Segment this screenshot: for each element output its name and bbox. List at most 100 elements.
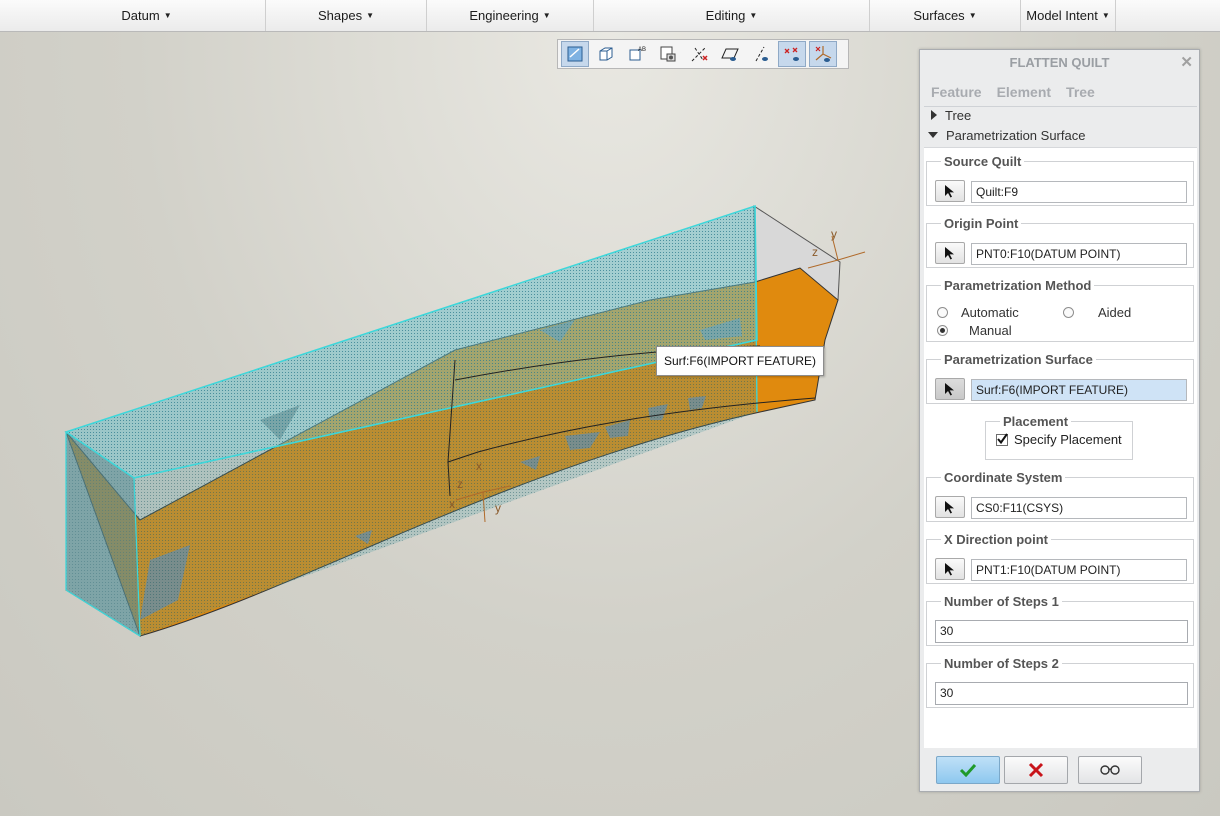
tab-tree[interactable]: Tree: [1066, 84, 1095, 100]
parametrization-method-label: Parametrization Method: [944, 278, 1092, 293]
caret-down-icon: ▼: [366, 11, 374, 20]
radio-automatic[interactable]: Automatic: [937, 305, 1019, 320]
steps2-group: Number of Steps 2 30: [926, 656, 1194, 708]
radio-label: Aided: [1098, 305, 1132, 320]
placement-label: Placement: [1003, 414, 1069, 429]
caret-down-icon: ▼: [749, 11, 758, 20]
coordinate-system-select-button[interactable]: [935, 496, 965, 518]
steps1-label: Number of Steps 1: [944, 594, 1059, 609]
checkbox-label: Specify Placement: [1014, 432, 1122, 447]
x-direction-point-field[interactable]: PNT1:F10(DATUM POINT): [971, 559, 1187, 581]
ribbon-group-label: Surfaces: [913, 8, 965, 23]
cancel-button[interactable]: [1004, 756, 1068, 784]
point-display-icon: [784, 47, 799, 61]
dialog-tab-bar: Feature Element Tree: [924, 77, 1197, 107]
ribbon-group-label: Shapes: [317, 8, 363, 23]
tree-row-tree[interactable]: Tree: [928, 106, 971, 124]
ribbon-group-bar: Datum ▼ Shapes ▼ Engineering ▼ Editing ▼…: [0, 0, 1220, 32]
axis-display-button[interactable]: [685, 41, 713, 67]
radio-manual[interactable]: Manual: [937, 323, 1012, 338]
selection-tooltip: Surf:F6(IMPORT FEATURE): [656, 346, 825, 376]
datum-display-filter-button[interactable]: [561, 41, 589, 67]
ribbon-group-engineering[interactable]: Engineering ▼: [427, 0, 594, 31]
annotation-display-icon: AB: [629, 47, 646, 61]
saved-orientations-button[interactable]: [592, 41, 620, 67]
parametrization-method-group: Parametrization Method Automatic Aided M…: [926, 278, 1194, 342]
radio-label: Manual: [969, 323, 1012, 338]
cancel-x-icon: [1028, 762, 1044, 778]
svg-text:x: x: [476, 459, 482, 473]
caret-down-icon: ▼: [163, 11, 172, 20]
plane-display-button[interactable]: [716, 41, 744, 67]
source-quilt-field[interactable]: Quilt:F9: [971, 181, 1187, 203]
ribbon-group-label: Datum: [121, 8, 160, 23]
preview-button[interactable]: [1078, 756, 1142, 784]
svg-text:z: z: [457, 477, 463, 491]
arrow-pointer-icon: [945, 185, 954, 198]
spin-center-button[interactable]: [654, 41, 682, 67]
close-icon[interactable]: ✕: [1180, 50, 1193, 76]
source-quilt-select-button[interactable]: [935, 180, 965, 202]
tab-feature[interactable]: Feature: [931, 84, 982, 100]
origin-point-group: Origin Point PNT0:F10(DATUM POINT): [926, 216, 1194, 268]
axis-tag-display-icon: [755, 46, 768, 62]
origin-point-field[interactable]: PNT0:F10(DATUM POINT): [971, 243, 1187, 265]
x-direction-point-select-button[interactable]: [935, 558, 965, 580]
ribbon-group-model-intent[interactable]: Model Intent ▼: [1021, 0, 1116, 31]
parametrization-surface-field[interactable]: Surf:F6(IMPORT FEATURE): [971, 379, 1187, 401]
steps1-group: Number of Steps 1 30: [926, 594, 1194, 646]
steps2-label: Number of Steps 2: [944, 656, 1059, 671]
svg-text:y: y: [495, 501, 501, 515]
source-quilt-group: Source Quilt Quilt:F9: [926, 154, 1194, 206]
arrow-pointer-icon: [945, 247, 954, 260]
coordinate-system-field[interactable]: CS0:F11(CSYS): [971, 497, 1187, 519]
x-direction-point-group: X Direction point PNT1:F10(DATUM POINT): [926, 532, 1194, 584]
ribbon-group-surfaces[interactable]: Surfaces ▼: [870, 0, 1021, 31]
radio-button-icon: [937, 307, 948, 318]
x-direction-point-label: X Direction point: [944, 532, 1048, 547]
ribbon-group-label: Model Intent: [1026, 8, 1098, 23]
tab-element[interactable]: Element: [997, 84, 1051, 100]
csys-display-button[interactable]: [809, 41, 837, 67]
ribbon-group-datum[interactable]: Datum ▼: [28, 0, 266, 31]
coordinate-system-group: Coordinate System CS0:F11(CSYS): [926, 470, 1194, 522]
radio-label: Automatic: [961, 305, 1019, 320]
ok-button[interactable]: [936, 756, 1000, 784]
dialog-title-bar: FLATTEN QUILT ✕: [920, 50, 1199, 76]
axis-tag-display-button[interactable]: [747, 41, 775, 67]
tree-row-parametrization-surface[interactable]: Parametrization Surface: [928, 126, 1085, 144]
parametrization-surface-select-button[interactable]: [935, 378, 965, 400]
glasses-icon: [1100, 765, 1120, 775]
dialog-footer: [924, 750, 1197, 790]
arrow-pointer-icon: [945, 383, 954, 396]
specify-placement-checkbox[interactable]: Specify Placement: [996, 432, 1122, 447]
steps2-input[interactable]: 30: [935, 682, 1188, 705]
parametrization-surface-label: Parametrization Surface: [944, 352, 1093, 367]
origin-point-select-button[interactable]: [935, 242, 965, 264]
point-display-button[interactable]: [778, 41, 806, 67]
arrow-pointer-icon: [945, 563, 954, 576]
collapse-arrow-icon: [928, 132, 938, 138]
dialog-body: Source Quilt Quilt:F9 Origin Point PNT0:…: [924, 147, 1197, 748]
datum-display-filter-icon: [567, 46, 583, 62]
csys-display-icon: [815, 46, 832, 62]
plane-display-icon: [721, 48, 739, 61]
dialog-title: FLATTEN QUILT: [1009, 55, 1110, 70]
expand-arrow-icon: [931, 110, 937, 120]
ribbon-group-shapes[interactable]: Shapes ▼: [266, 0, 427, 31]
arrow-pointer-icon: [945, 501, 954, 514]
steps1-input[interactable]: 30: [935, 620, 1188, 643]
radio-aided[interactable]: Aided: [1063, 305, 1131, 320]
svg-text:AB: AB: [638, 47, 646, 53]
svg-text:z: z: [812, 245, 818, 259]
caret-down-icon: ▼: [968, 11, 977, 20]
ribbon-group-editing[interactable]: Editing ▼: [594, 0, 870, 31]
origin-point-label: Origin Point: [944, 216, 1019, 231]
svg-text:x: x: [449, 497, 455, 511]
saved-orientations-icon: [599, 47, 613, 61]
annotation-display-button[interactable]: AB: [623, 41, 651, 67]
graphics-toolbar: AB: [557, 39, 849, 69]
radio-button-icon: [1063, 307, 1074, 318]
ribbon-group-label: Engineering: [469, 8, 539, 23]
tree-row-label: Tree: [945, 107, 972, 123]
